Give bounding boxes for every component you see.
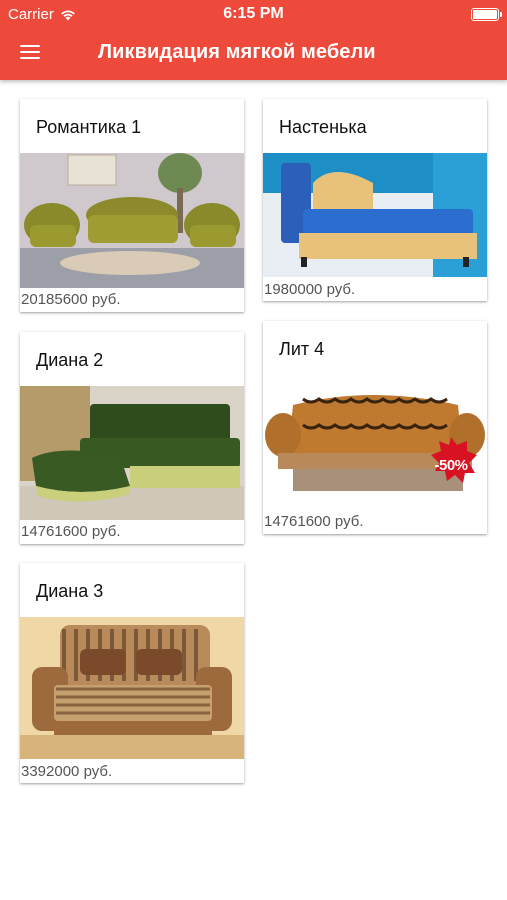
- product-image: -50%: [263, 375, 487, 509]
- product-price: 14761600 руб.: [264, 513, 364, 530]
- nav-bar: Ликвидация мягкой мебели: [0, 30, 507, 78]
- product-title: Романтика 1: [36, 117, 142, 137]
- product-image: [263, 153, 487, 277]
- product-card[interactable]: Диана 2 14761600 руб.: [20, 332, 244, 544]
- product-price: 3392000 руб.: [21, 763, 113, 780]
- product-card[interactable]: Диана 3 3392000 руб.: [20, 563, 244, 783]
- product-card[interactable]: Романтика 1 20185600 руб.: [20, 99, 244, 312]
- product-card[interactable]: Лит 4 -50% 14761600 руб.: [263, 321, 487, 534]
- discount-badge: -50%: [434, 457, 468, 474]
- product-title: Настенька: [279, 117, 367, 137]
- product-image: [20, 386, 244, 520]
- product-price: 14761600 руб.: [21, 523, 121, 540]
- status-time: 6:15 PM: [223, 5, 284, 22]
- product-image: [20, 153, 244, 288]
- hamburger-menu-icon[interactable]: [20, 42, 42, 62]
- product-price: 20185600 руб.: [21, 291, 121, 308]
- top-bar: Carrier 6:15 PM Ликвидация мягкой мебели: [0, 0, 507, 80]
- product-title: Лит 4: [279, 339, 325, 359]
- product-title: Диана 3: [36, 581, 104, 601]
- battery-icon: [471, 8, 502, 21]
- status-bar: Carrier 6:15 PM: [0, 0, 507, 28]
- product-card[interactable]: Настенька 1980000 руб.: [263, 99, 487, 301]
- product-price: 1980000 руб.: [264, 281, 356, 298]
- product-title: Диана 2: [36, 350, 104, 370]
- product-image: [20, 617, 244, 759]
- page-title: Ликвидация мягкой мебели: [98, 41, 376, 63]
